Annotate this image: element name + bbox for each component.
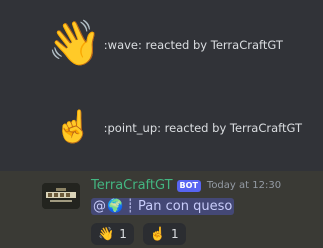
reaction-count: 1	[119, 227, 127, 241]
bot-message[interactable]: TerraCraftGT BOT Today at 12:30 @ 🌍 ┊ Pa…	[0, 171, 323, 248]
wave-emoji-icon: 👋	[47, 18, 102, 69]
wave-reaction-text: :wave: reacted by TerraCraftGT	[103, 38, 283, 52]
wave-reaction-notice: 👋 :wave: reacted by TerraCraftGT	[47, 22, 283, 66]
reaction-bar: 👋 1 ☝️ 1	[91, 223, 186, 245]
message-content: @ 🌍 ┊ Pan con queso	[91, 198, 235, 215]
channel-name: Pan con queso	[138, 199, 233, 214]
wave-icon: 👋	[98, 226, 115, 242]
point-up-reaction-text: :point_up: reacted by TerraCraftGT	[103, 120, 303, 135]
separator-glyph: ┊	[126, 199, 135, 214]
bot-badge: BOT	[176, 179, 201, 192]
reaction-count: 1	[171, 227, 179, 241]
avatar[interactable]	[42, 183, 80, 209]
reaction-wave[interactable]: 👋 1	[91, 223, 134, 245]
timestamp: Today at 12:30	[206, 180, 282, 191]
reaction-point-up[interactable]: ☝️ 1	[142, 223, 186, 245]
message-header: TerraCraftGT BOT Today at 12:30	[91, 178, 281, 193]
point-up-icon: ☝️	[149, 226, 167, 242]
channel-mention[interactable]: @ 🌍 ┊ Pan con queso	[91, 198, 235, 215]
mention-at: @	[93, 199, 106, 214]
point-up-emoji-icon: ☝️	[54, 109, 93, 145]
point-up-reaction-notice: ☝️ :point_up: reacted by TerraCraftGT	[54, 112, 302, 143]
globe-icon: 🌍	[107, 199, 124, 214]
author-name[interactable]: TerraCraftGT	[91, 178, 173, 193]
